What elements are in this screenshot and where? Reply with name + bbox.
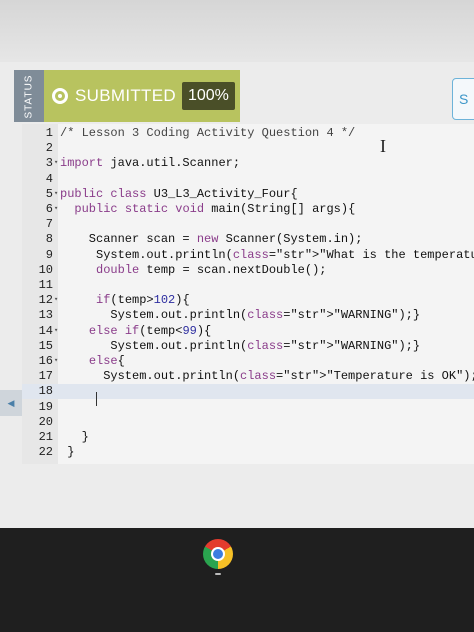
- line-number: 7: [45, 217, 53, 232]
- score-badge: 100%: [181, 82, 235, 110]
- code-line[interactable]: 1 /* Lesson 3 Coding Activity Question 4 …: [22, 126, 474, 141]
- code-line[interactable]: 6 ▾ public static void main(String[] args…: [22, 202, 474, 217]
- line-number: 21: [38, 430, 53, 444]
- code-line[interactable]: 7: [22, 217, 474, 232]
- code-line[interactable]: 19: [22, 400, 474, 415]
- code-line[interactable]: 9 System.out.println(class="str">"What i…: [22, 248, 474, 263]
- code-line[interactable]: 22 }: [22, 445, 474, 460]
- code-text: import java.util.Scanner;: [60, 156, 241, 171]
- running-indicator: [215, 573, 221, 575]
- app-window: STATUS SUBMITTED 100% S 1 /* Lesson 3 Cod…: [0, 62, 474, 528]
- collapse-arrow-icon[interactable]: ◀: [0, 390, 22, 416]
- line-number: 5: [45, 186, 53, 201]
- line-number: 19: [38, 399, 53, 414]
- code-text: public class U3_L3_Activity_Four{: [60, 186, 298, 201]
- code-line[interactable]: 20: [22, 415, 474, 430]
- code-line[interactable]: 4: [22, 172, 474, 187]
- code-line[interactable]: 17 System.out.println(class="str">"Tempe…: [22, 369, 474, 384]
- line-number: 11: [38, 278, 53, 292]
- code-line[interactable]: 12 ▾ if(temp>102){: [22, 293, 474, 308]
- code-text: }: [60, 445, 75, 460]
- code-text: System.out.println(class="str">"WARNING"…: [60, 338, 421, 353]
- code-text: else if(temp<99){: [88, 323, 212, 338]
- line-number: 8: [45, 232, 53, 247]
- line-number: 4: [45, 171, 53, 186]
- submission-status-banner: SUBMITTED 100%: [44, 70, 240, 122]
- line-number: 15: [38, 338, 53, 353]
- code-text: Scanner scan = new Scanner(System.in);: [60, 232, 363, 247]
- code-line[interactable]: 10 double temp = scan.nextDouble();: [22, 263, 474, 278]
- code-line[interactable]: 14 ▾ else if(temp<99){: [22, 324, 474, 339]
- line-number: 1: [45, 126, 53, 140]
- code-text: double temp = scan.nextDouble();: [96, 262, 327, 277]
- code-text: else{: [88, 354, 125, 368]
- code-line[interactable]: 13 System.out.println(class="str">"WARNI…: [22, 308, 474, 323]
- submitted-label: SUBMITTED: [75, 86, 176, 105]
- line-number: 10: [38, 262, 53, 277]
- code-line[interactable]: 8 Scanner scan = new Scanner(System.in);: [22, 232, 474, 247]
- line-number: 22: [38, 445, 53, 460]
- line-number: 20: [38, 414, 53, 429]
- status-tab[interactable]: STATUS: [14, 70, 44, 122]
- check-circle-icon: [52, 88, 68, 104]
- code-text: System.out.println(class="str">"What is …: [60, 247, 474, 262]
- code-line[interactable]: 21 }: [22, 430, 474, 445]
- code-line[interactable]: 15 System.out.println(class="str">"WARNI…: [22, 339, 474, 354]
- code-text: }: [60, 430, 89, 444]
- code-line[interactable]: 16 ▾ else{: [22, 354, 474, 369]
- line-number: 17: [38, 369, 53, 384]
- monitor-bezel: [0, 0, 474, 62]
- chrome-icon[interactable]: [203, 539, 233, 569]
- code-line[interactable]: 5 ▾ public class U3_L3_Activity_Four{: [22, 187, 474, 202]
- line-number: 12: [38, 293, 53, 308]
- code-line[interactable]: 3 ▾ import java.util.Scanner;: [22, 156, 474, 171]
- code-text: System.out.println(class="str">"Temperat…: [60, 369, 474, 384]
- line-number: 9: [45, 247, 53, 262]
- submit-button[interactable]: S: [452, 78, 474, 120]
- text-cursor-icon: I: [380, 136, 386, 156]
- line-number: 2: [45, 141, 53, 156]
- code-text: /* Lesson 3 Coding Activity Question 4 *…: [60, 126, 356, 140]
- code-line[interactable]: 2: [22, 141, 474, 156]
- taskbar: [0, 528, 474, 632]
- text-caret: [96, 392, 97, 406]
- line-number: 3: [45, 156, 53, 171]
- line-number: 16: [38, 354, 53, 368]
- code-line[interactable]: 11: [22, 278, 474, 293]
- line-number: 14: [38, 323, 53, 338]
- line-number: 6: [45, 202, 53, 216]
- line-number: 18: [38, 384, 53, 399]
- code-line[interactable]: 18: [22, 384, 474, 400]
- status-tab-label: STATUS: [23, 74, 35, 118]
- code-text: public static void main(String[] args){: [74, 202, 356, 216]
- line-number: 13: [38, 308, 53, 323]
- code-text: if(temp>102){: [96, 293, 190, 308]
- code-text: System.out.println(class="str">"WARNING"…: [60, 308, 421, 323]
